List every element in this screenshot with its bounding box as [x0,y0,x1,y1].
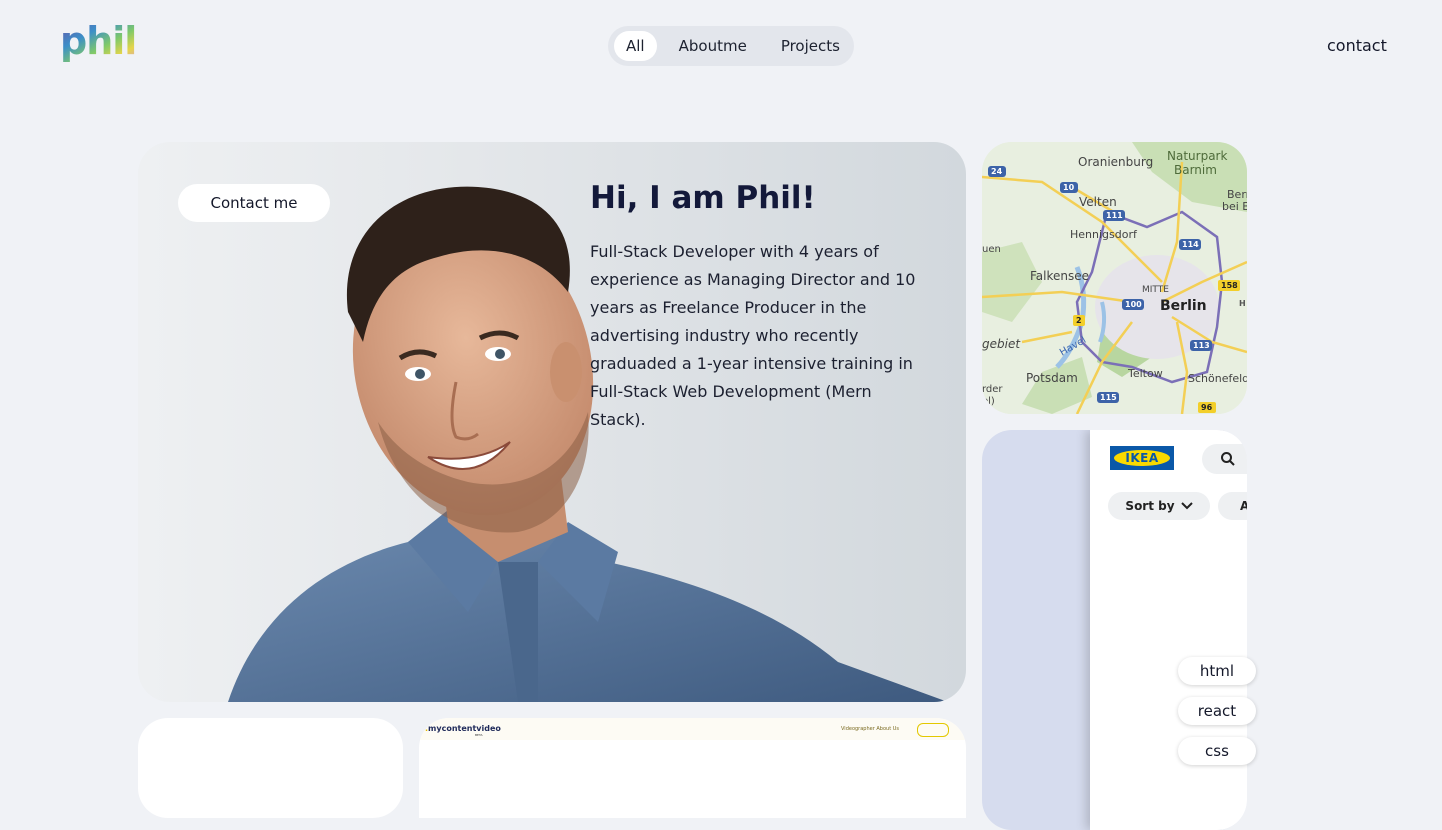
contact-me-button[interactable]: Contact me [178,184,330,222]
berlin-map: 24 10 111 114 158 100 2 113 115 96 H Ora… [982,142,1247,414]
chevron-down-icon [1180,502,1193,510]
place-bei-bernau: bei Ber [1222,200,1247,213]
mcv-beta: BETA [475,733,483,737]
place-barnim: Barnim [1174,163,1217,177]
ikea-search [1202,444,1247,474]
mcv-icons [917,723,949,737]
place-gebiet: gebiet [982,337,1021,351]
sort-by-pill: Sort by [1108,492,1210,520]
svg-text:phil: phil [60,22,136,63]
hero-bio: Full-Stack Developer with 4 years of exp… [590,242,916,429]
place-el: el) [982,396,995,407]
road-label-113: 113 [1193,341,1210,350]
ikea-project-card[interactable]: IKEA Sort by A [982,430,1247,830]
filter-pill: A [1218,492,1247,520]
road-label-111: 111 [1106,211,1123,220]
road-label-10: 10 [1063,183,1075,192]
ikea-logo: IKEA [1110,446,1174,470]
road-label-96: 96 [1201,403,1213,412]
place-teltow: Teltow [1127,367,1163,380]
road-label-115: 115 [1100,393,1117,402]
hero-card: Contact me Hi, I am Phil! Full-Stack Dev… [138,142,966,702]
place-falkensee: Falkensee [1030,269,1089,283]
mcv-nav: Videographer About Us [841,726,900,732]
road-label-h: H [1239,299,1246,308]
place-potsdam: Potsdam [1026,371,1078,385]
tag-react: react [1178,697,1256,725]
logo-letter-h: h [86,22,112,63]
place-rder: rder [982,384,1003,395]
tab-aboutme[interactable]: Aboutme [667,31,759,61]
tab-all[interactable]: All [614,31,657,61]
mycontentvideo-project-card[interactable]: .mycontentvideo BETA Videographer About … [419,718,966,818]
search-icon [1221,452,1235,466]
ikea-screenshot: IKEA Sort by A [1090,430,1247,830]
place-schoenefeld: Schönefeld [1188,372,1247,385]
contact-link[interactable]: contact [1327,36,1387,55]
map-card[interactable]: 24 10 111 114 158 100 2 113 115 96 H Ora… [982,142,1247,414]
road-label-2: 2 [1076,316,1082,325]
mcv-logo: .mycontentvideo [425,724,501,733]
project-card-blank[interactable] [138,718,403,818]
place-berlin: Berlin [1160,298,1207,314]
tag-css: css [1178,737,1256,765]
logo[interactable]: phil [60,19,140,68]
mcv-header-bar: .mycontentvideo BETA Videographer About … [419,718,966,740]
road-label-114: 114 [1182,240,1199,249]
hero-heading: Hi, I am Phil! [590,180,816,216]
place-velten: Velten [1079,195,1117,209]
road-label-24: 24 [991,167,1003,176]
road-label-100: 100 [1125,300,1142,309]
place-hennigsdorf: Hennigsdorf [1070,228,1138,241]
ikea-logo-text: IKEA [1125,451,1159,465]
place-naturpark: Naturpark [1167,149,1227,163]
tab-projects[interactable]: Projects [769,31,852,61]
place-uen: uen [982,244,1001,255]
nav-tabs: All Aboutme Projects [608,26,854,66]
sort-by-label: Sort by [1125,499,1175,513]
place-oranienburg: Oranienburg [1078,155,1153,169]
place-mitte: MITTE [1142,285,1169,295]
logo-letter-p: p [60,22,86,63]
logo-letter-l: l [124,22,136,63]
logo-mark: phil [60,19,137,63]
road-label-158: 158 [1221,281,1238,290]
logo-letter-i: i [112,22,124,63]
tag-html: html [1178,657,1256,685]
